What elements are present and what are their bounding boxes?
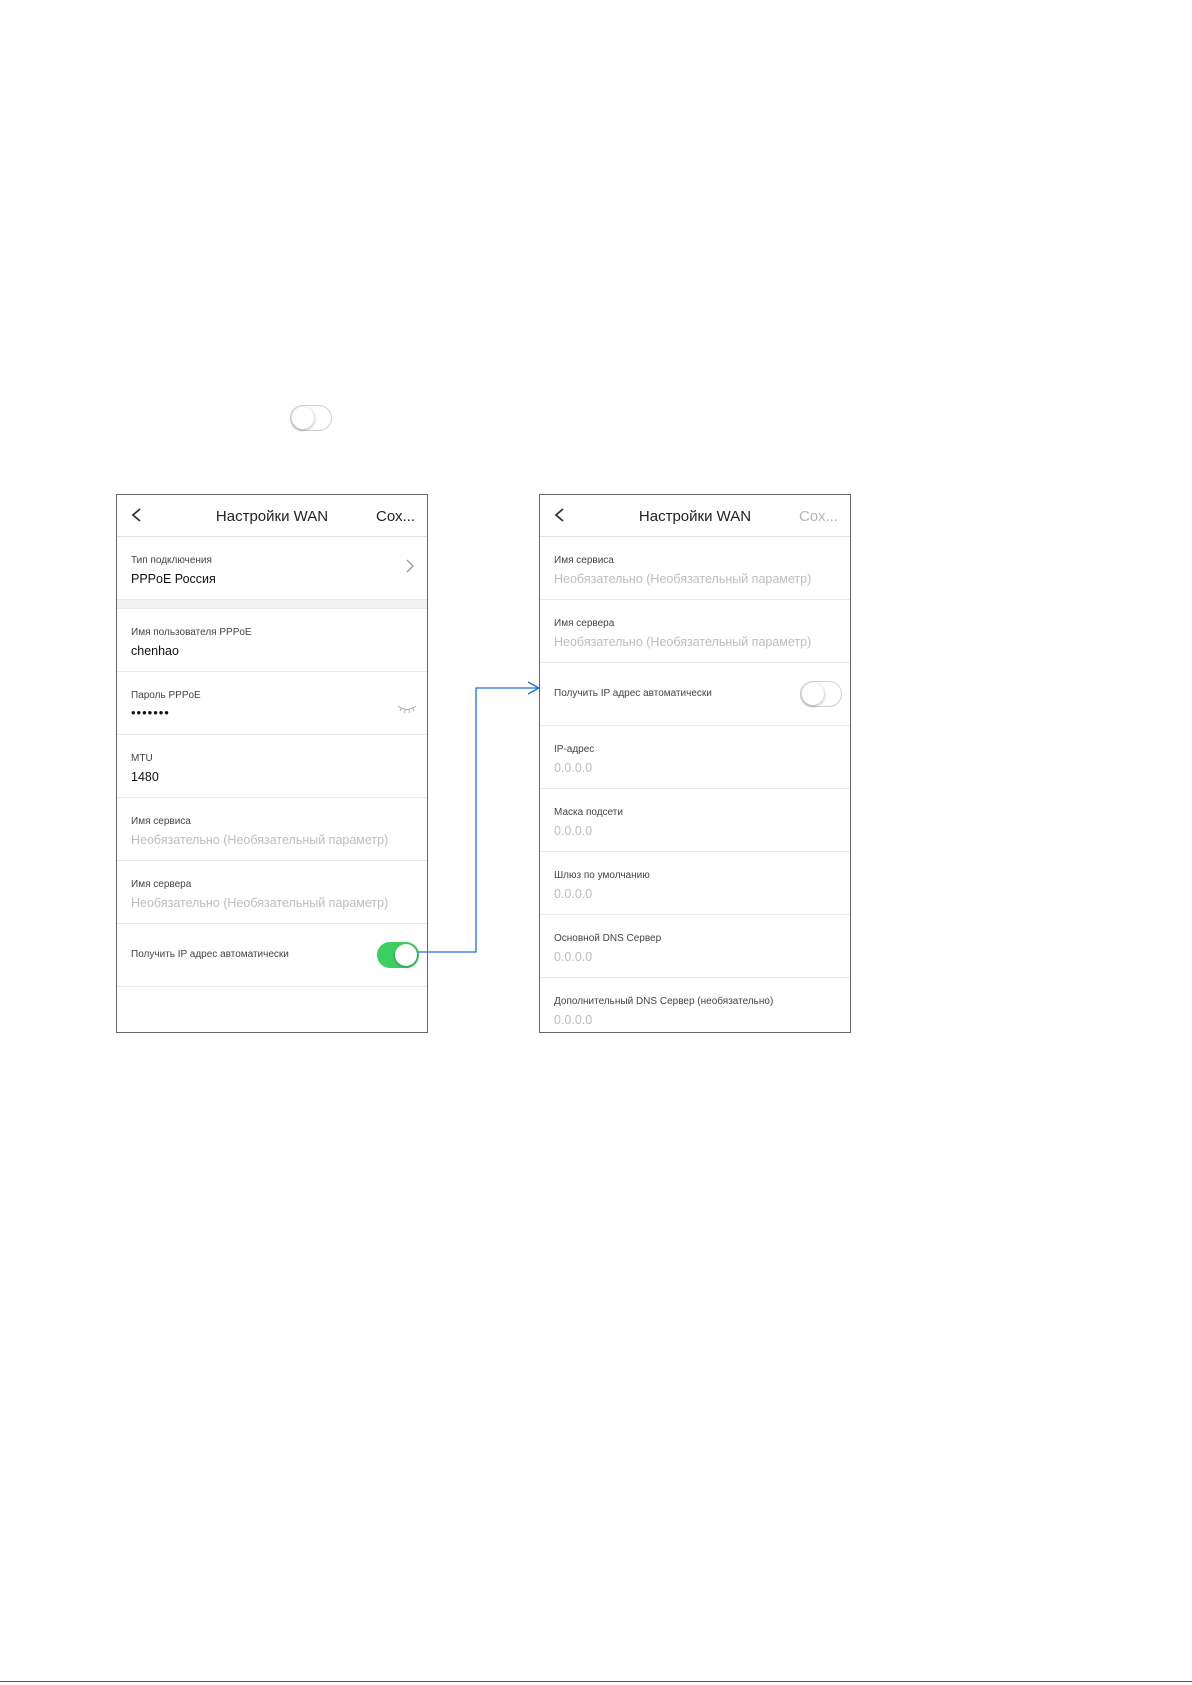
default-gateway-input[interactable]: 0.0.0.0 bbox=[554, 887, 592, 901]
left-screen: Настройки WAN Сох... Тип подключения PPP… bbox=[116, 494, 428, 1033]
right-screen: Настройки WAN Сох... Имя сервиса Необяза… bbox=[539, 494, 851, 1033]
default-gateway-row[interactable]: Шлюз по умолчанию 0.0.0.0 bbox=[540, 852, 850, 915]
default-gateway-label: Шлюз по умолчанию bbox=[554, 870, 650, 881]
toggle-knob bbox=[292, 407, 314, 429]
nav-bar: Настройки WAN Сох... bbox=[540, 495, 850, 537]
connector-line bbox=[418, 687, 539, 953]
service-name-row[interactable]: Имя сервиса Необязательно (Необязательны… bbox=[540, 537, 850, 600]
server-name-row[interactable]: Имя сервера Необязательно (Необязательны… bbox=[540, 600, 850, 663]
server-name-input[interactable]: Необязательно (Необязательный параметр) bbox=[554, 635, 811, 649]
toggle-off-illustration bbox=[290, 405, 332, 431]
arrowhead bbox=[527, 681, 541, 695]
pppoe-password-label: Пароль PPPoE bbox=[131, 690, 201, 701]
auto-ip-row: Получить IP адрес автоматически bbox=[540, 663, 850, 726]
service-name-row[interactable]: Имя сервиса Необязательно (Необязательны… bbox=[117, 798, 427, 861]
server-name-label: Имя сервера bbox=[131, 879, 192, 890]
mtu-row[interactable]: MTU 1480 bbox=[117, 735, 427, 798]
section-divider bbox=[117, 600, 427, 609]
connection-type-value: PPPoE Россия bbox=[131, 572, 216, 586]
ip-address-input[interactable]: 0.0.0.0 bbox=[554, 761, 592, 775]
subnet-mask-input[interactable]: 0.0.0.0 bbox=[554, 824, 592, 838]
toggle-knob bbox=[802, 683, 824, 705]
mtu-label: MTU bbox=[131, 753, 153, 764]
toggle-knob bbox=[395, 944, 417, 966]
connection-type-row[interactable]: Тип подключения PPPoE Россия bbox=[117, 537, 427, 600]
pppoe-username-label: Имя пользователя PPPoE bbox=[131, 627, 252, 638]
service-name-input[interactable]: Необязательно (Необязательный параметр) bbox=[554, 572, 811, 586]
secondary-dns-input[interactable]: 0.0.0.0 bbox=[554, 1013, 592, 1027]
server-name-label: Имя сервера bbox=[554, 618, 615, 629]
secondary-dns-row[interactable]: Дополнительный DNS Сервер (необязательно… bbox=[540, 978, 850, 1032]
eye-closed-icon[interactable] bbox=[397, 704, 417, 714]
service-name-label: Имя сервиса bbox=[554, 555, 614, 566]
service-name-input[interactable]: Необязательно (Необязательный параметр) bbox=[131, 833, 388, 847]
auto-ip-toggle[interactable] bbox=[377, 942, 419, 968]
secondary-dns-label: Дополнительный DNS Сервер (необязательно… bbox=[554, 996, 774, 1007]
nav-bar: Настройки WAN Сох... bbox=[117, 495, 427, 537]
auto-ip-label: Получить IP адрес автоматически bbox=[131, 949, 289, 960]
auto-ip-toggle[interactable] bbox=[800, 681, 842, 707]
server-name-row[interactable]: Имя сервера Необязательно (Необязательны… bbox=[117, 861, 427, 924]
mtu-input[interactable]: 1480 bbox=[131, 770, 159, 784]
page-bottom-rule bbox=[0, 1681, 1192, 1682]
pppoe-username-row[interactable]: Имя пользователя PPPoE chenhao bbox=[117, 609, 427, 672]
subnet-mask-label: Маска подсети bbox=[554, 807, 623, 818]
ip-address-row[interactable]: IP-адрес 0.0.0.0 bbox=[540, 726, 850, 789]
server-name-input[interactable]: Необязательно (Необязательный параметр) bbox=[131, 896, 388, 910]
pppoe-password-input[interactable]: ••••••• bbox=[131, 705, 170, 720]
pppoe-username-input[interactable]: chenhao bbox=[131, 644, 179, 658]
primary-dns-label: Основной DNS Сервер bbox=[554, 933, 662, 944]
save-button[interactable]: Сох... bbox=[376, 508, 415, 525]
primary-dns-input[interactable]: 0.0.0.0 bbox=[554, 950, 592, 964]
save-button[interactable]: Сох... bbox=[799, 508, 838, 525]
service-name-label: Имя сервиса bbox=[131, 816, 191, 827]
primary-dns-row[interactable]: Основной DNS Сервер 0.0.0.0 bbox=[540, 915, 850, 978]
chevron-right-icon bbox=[406, 559, 414, 573]
pppoe-password-row[interactable]: Пароль PPPoE ••••••• bbox=[117, 672, 427, 735]
auto-ip-row: Получить IP адрес автоматически bbox=[117, 924, 427, 987]
subnet-mask-row[interactable]: Маска подсети 0.0.0.0 bbox=[540, 789, 850, 852]
connection-type-label: Тип подключения bbox=[131, 555, 212, 566]
ip-address-label: IP-адрес bbox=[554, 744, 595, 755]
auto-ip-label: Получить IP адрес автоматически bbox=[554, 688, 712, 699]
